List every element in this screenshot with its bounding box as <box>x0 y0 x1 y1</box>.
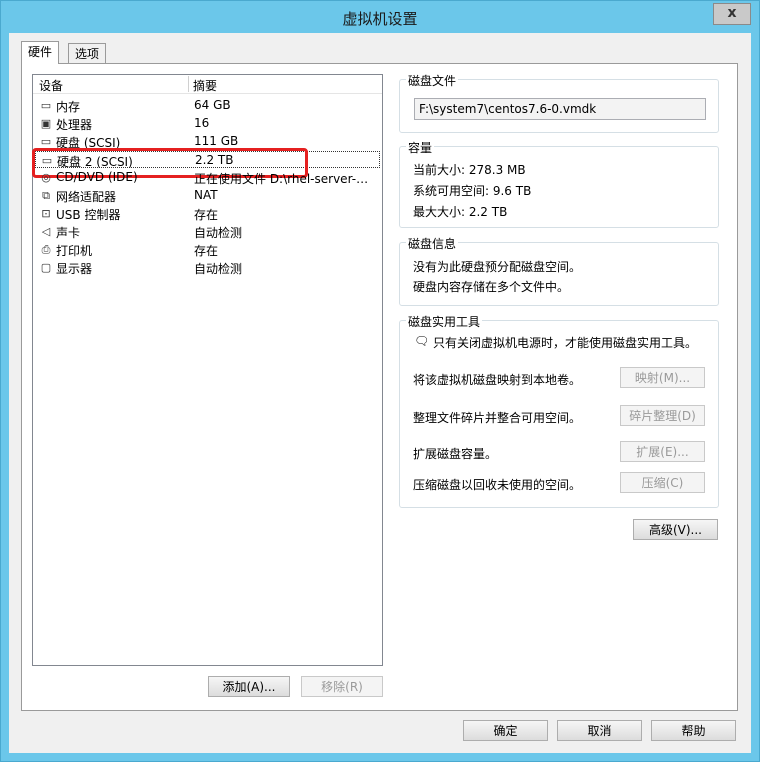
current-size-text: 当前大小: 278.3 MB <box>413 163 526 177</box>
device-name: USB 控制器 <box>56 208 121 222</box>
help-button[interactable]: 帮助 <box>651 720 736 741</box>
list-item-printer[interactable]: ⎙ 打印机 存在 <box>35 241 380 258</box>
tab-options[interactable]: 选项 <box>68 43 107 64</box>
cancel-button[interactable]: 取消 <box>557 720 642 741</box>
utilities-note: 只有关闭虚拟机电源时，才能使用磁盘实用工具。 <box>433 336 698 350</box>
compact-label: 压缩磁盘以回收未使用的空间。 <box>413 478 582 492</box>
column-header-summary[interactable]: 摘要 <box>193 77 217 94</box>
disk-utilities-group: 磁盘实用工具 🗨 只有关闭虚拟机电源时，才能使用磁盘实用工具。 将该虚拟机磁盘映… <box>399 313 719 508</box>
device-summary: 自动检测 <box>194 262 243 276</box>
device-name: 硬盘 2 (SCSI) <box>57 155 133 169</box>
ok-button[interactable]: 确定 <box>463 720 548 741</box>
sound-icon: ◁ <box>41 225 51 238</box>
device-summary: NAT <box>194 188 218 202</box>
vm-settings-window: 虚拟机设置 x 硬件 选项 设备 摘要 ▭ 内存 64 GB ▣ 处理器 16 … <box>0 0 760 762</box>
tab-hardware[interactable]: 硬件 <box>21 41 60 64</box>
disk-info-group: 磁盘信息 没有为此硬盘预分配磁盘空间。 硬盘内容存储在多个文件中。 <box>399 235 719 306</box>
map-button[interactable]: 映射(M)... <box>620 367 705 388</box>
hard-disk-icon: ▭ <box>40 135 52 148</box>
usb-icon: ⊡ <box>41 207 51 220</box>
display-icon: ▢ <box>40 261 52 274</box>
info-icon: 🗨 <box>414 334 430 348</box>
list-item-cd-dvd[interactable]: ◎ CD/DVD (IDE) 正在使用文件 D:\rhel-server-7..… <box>35 169 380 186</box>
window-title: 虚拟机设置 <box>342 10 418 28</box>
device-summary: 2.2 TB <box>195 153 234 167</box>
device-name: 显示器 <box>56 262 93 276</box>
device-name: 处理器 <box>56 118 93 132</box>
disk-info-line-2: 硬盘内容存储在多个文件中。 <box>413 280 570 294</box>
processor-icon: ▣ <box>40 117 52 130</box>
device-summary: 正在使用文件 D:\rhel-server-7.... <box>194 172 374 186</box>
device-summary: 存在 <box>194 208 219 222</box>
dialog-body: 硬件 选项 设备 摘要 ▭ 内存 64 GB ▣ 处理器 16 ▭ 硬盘 (SC… <box>9 33 751 753</box>
advanced-button[interactable]: 高级(V)... <box>633 519 718 540</box>
device-name: 内存 <box>56 100 81 114</box>
group-title: 磁盘文件 <box>406 72 459 89</box>
device-summary: 111 GB <box>194 134 239 148</box>
group-title: 磁盘信息 <box>406 235 459 252</box>
list-item-hard-disk-2[interactable]: ▭ 硬盘 2 (SCSI) 2.2 TB <box>32 148 380 178</box>
system-free-space-text: 系统可用空间: 9.6 TB <box>413 184 532 198</box>
printer-icon: ⎙ <box>41 243 51 256</box>
cd-dvd-icon: ◎ <box>41 171 51 184</box>
device-list[interactable]: 设备 摘要 ▭ 内存 64 GB ▣ 处理器 16 ▭ 硬盘 (SCSI) 11… <box>32 74 383 666</box>
list-item-processor[interactable]: ▣ 处理器 16 <box>35 115 380 132</box>
map-label: 将该虚拟机磁盘映射到本地卷。 <box>413 373 582 387</box>
group-title: 容量 <box>406 139 435 156</box>
group-title: 磁盘实用工具 <box>406 313 483 330</box>
hard-disk-icon: ▭ <box>41 154 53 167</box>
device-name: 声卡 <box>56 226 81 240</box>
compact-button[interactable]: 压缩(C) <box>620 472 705 493</box>
list-item-memory[interactable]: ▭ 内存 64 GB <box>35 97 380 114</box>
capacity-group: 容量 当前大小: 278.3 MB 系统可用空间: 9.6 TB 最大大小: 2… <box>399 139 719 228</box>
device-name: CD/DVD (IDE) <box>56 170 138 184</box>
memory-icon: ▭ <box>40 99 52 112</box>
column-divider[interactable] <box>188 76 189 92</box>
max-size-text: 最大大小: 2.2 TB <box>413 205 508 219</box>
disk-info-line-1: 没有为此硬盘预分配磁盘空间。 <box>413 260 582 274</box>
expand-button[interactable]: 扩展(E)... <box>620 441 705 462</box>
device-summary: 自动检测 <box>194 226 243 240</box>
device-summary: 存在 <box>194 244 219 258</box>
hardware-panel: 设备 摘要 ▭ 内存 64 GB ▣ 处理器 16 ▭ 硬盘 (SCSI) 11… <box>21 63 738 711</box>
device-name: 打印机 <box>56 244 93 258</box>
network-adapter-icon: ⧉ <box>42 189 50 202</box>
list-item-sound-card[interactable]: ◁ 声卡 自动检测 <box>35 223 380 240</box>
device-name: 网络适配器 <box>56 190 117 204</box>
add-device-button[interactable]: 添加(A)... <box>208 676 290 697</box>
list-item-usb-controller[interactable]: ⊡ USB 控制器 存在 <box>35 205 380 222</box>
list-item-network-adapter[interactable]: ⧉ 网络适配器 NAT <box>35 187 380 204</box>
remove-device-button[interactable]: 移除(R) <box>301 676 383 697</box>
expand-label: 扩展磁盘容量。 <box>413 447 498 461</box>
device-summary: 64 GB <box>194 98 231 112</box>
disk-file-group: 磁盘文件 F:\system7\centos7.6-0.vmdk <box>399 72 719 133</box>
column-header-device[interactable]: 设备 <box>39 77 63 94</box>
defrag-label: 整理文件碎片并整合可用空间。 <box>413 411 582 425</box>
title-bar[interactable]: 虚拟机设置 x <box>1 1 759 33</box>
disk-file-path-field[interactable]: F:\system7\centos7.6-0.vmdk <box>414 98 706 120</box>
device-list-header: 设备 摘要 <box>33 75 382 94</box>
defrag-button[interactable]: 碎片整理(D) <box>620 405 705 426</box>
list-item-display[interactable]: ▢ 显示器 自动检测 <box>35 259 380 276</box>
device-summary: 16 <box>194 116 210 130</box>
close-button[interactable]: x <box>713 3 751 25</box>
